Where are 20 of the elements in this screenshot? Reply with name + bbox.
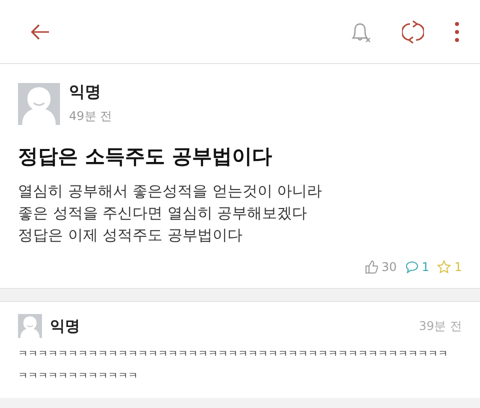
avatar-icon — [18, 314, 42, 338]
speech-bubble-icon[interactable] — [404, 260, 419, 274]
post-body-line: 열심히 공부해서 좋은성적을 얻는것이 아니라 — [18, 181, 324, 202]
count-label: 1 — [454, 260, 462, 274]
comment-time: 39분 전 — [418, 318, 462, 334]
post-body-line: 좋은 성적을 주신다면 열심히 공부해보겠다 — [18, 203, 308, 224]
count-label: 1 — [422, 260, 430, 274]
post-title: 정답은 소득주도 공부법이다 — [18, 143, 273, 170]
author-name: 익명 — [50, 316, 81, 336]
author-name: 익명 — [69, 82, 102, 103]
thumbs-up-icon[interactable] — [364, 260, 378, 274]
more-icon[interactable] — [454, 20, 460, 42]
star-icon[interactable] — [437, 260, 452, 274]
comment-text: ㅋㅋㅋㅋㅋㅋㅋㅋㅋㅋㅋㅋㅋㅋㅋㅋㅋㅋㅋㅋㅋㅋㅋㅋㅋㅋㅋㅋㅋㅋㅋㅋㅋㅋㅋㅋㅋㅋㅋㅋㅋㅋㅋㅋㅋㅋㅋㅋㅋㅋㅋㅋㅋㅋㅋ — [18, 348, 449, 384]
count-label: 30 — [381, 260, 397, 274]
avatar-icon — [18, 82, 60, 124]
post-time: 49분 전 — [69, 108, 112, 125]
post-body-line: 정답은 이제 성적주도 공부법이다 — [18, 225, 244, 246]
refresh-icon[interactable] — [402, 20, 424, 44]
back-icon[interactable] — [30, 24, 50, 40]
